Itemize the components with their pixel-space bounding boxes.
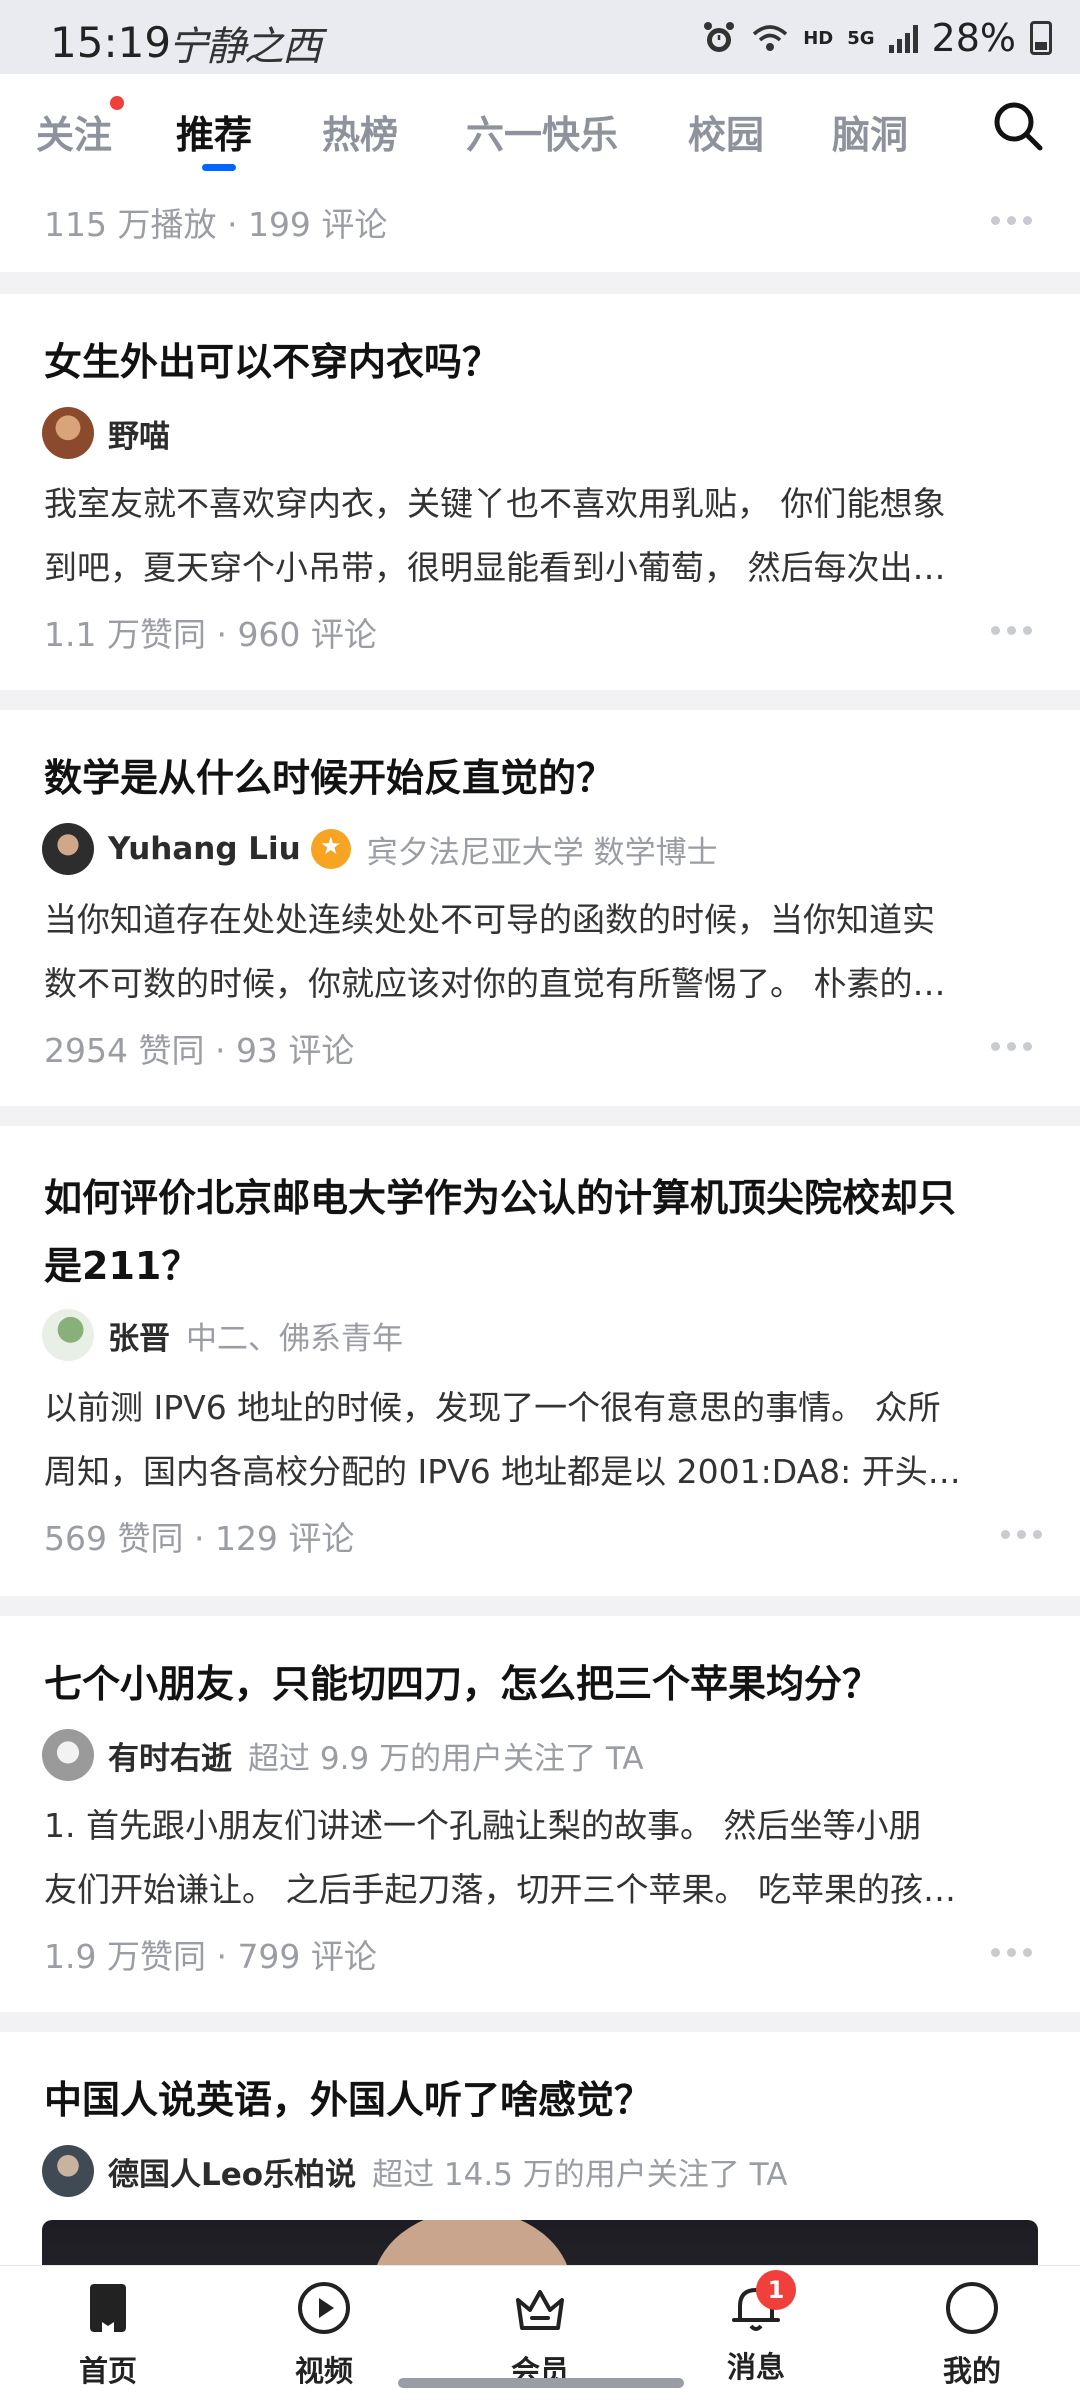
tab-brain-hole[interactable]: 脑洞 xyxy=(832,104,908,159)
excerpt-line: 我室友就不喜欢穿内衣，关键丫也不喜欢用乳贴， 你们能想象 xyxy=(44,484,946,523)
card-meta: 1.9 万赞同 · 799 评论 xyxy=(44,1937,377,1976)
more-options-icon[interactable] xyxy=(991,216,1032,225)
author-row[interactable]: 德国人Leo乐柏说 超过 14.5 万的用户关注了 TA xyxy=(42,2144,787,2198)
tab-childrens-day[interactable]: 六一快乐 xyxy=(466,104,618,159)
more-options-icon[interactable] xyxy=(991,626,1032,635)
alarm-icon xyxy=(704,22,735,52)
more-options-icon[interactable] xyxy=(991,1042,1032,1051)
avatar[interactable] xyxy=(42,1729,94,1781)
nav-home[interactable]: 首页 xyxy=(38,2278,178,2390)
nav-video[interactable]: 视频 xyxy=(254,2278,394,2390)
avatar[interactable] xyxy=(42,2145,94,2197)
card-meta: 1.1 万赞同 · 960 评论 xyxy=(44,615,377,654)
question-title[interactable]: 如何评价北京邮电大学作为公认的计算机顶尖院校却只 是211？ xyxy=(44,1164,956,1300)
excerpt-line: 数不可数的时候，你就应该对你的直觉有所警惕了。 朴素的… xyxy=(44,964,946,1003)
card-meta: 569 赞同 · 129 评论 xyxy=(44,1519,355,1558)
battery-percent: 28% xyxy=(931,16,1016,60)
home-icon xyxy=(90,2284,126,2332)
unread-count-badge: 1 xyxy=(756,2270,796,2310)
author-row[interactable]: 有时右逝 超过 9.9 万的用户关注了 TA xyxy=(42,1728,644,1782)
verified-badge-icon xyxy=(310,829,351,869)
unread-dot xyxy=(110,96,124,110)
tab-recommended[interactable]: 推荐 xyxy=(176,104,252,159)
wifi-icon xyxy=(753,25,788,51)
question-title[interactable]: 中国人说英语，外国人听了啥感觉？ xyxy=(44,2066,652,2134)
answer-excerpt[interactable]: 我室友就不喜欢穿内衣，关键丫也不喜欢用乳贴， 你们能想象 到吧，夏天穿个小吊带，… xyxy=(44,472,1036,600)
excerpt-line: 周知，国内各高校分配的 IPV6 地址都是以 2001:DA8: 开头… xyxy=(44,1452,961,1491)
tab-hot-list[interactable]: 热榜 xyxy=(322,104,398,159)
author-name[interactable]: Yuhang Liu xyxy=(108,831,301,867)
feed-card[interactable]: 如何评价北京邮电大学作为公认的计算机顶尖院校却只 是211？ 张晋 中二、佛系青… xyxy=(0,1126,1080,1596)
author-description: 超过 9.9 万的用户关注了 TA xyxy=(248,1740,644,1777)
signal-icon xyxy=(888,23,918,53)
nav-label: 我的 xyxy=(942,2354,1001,2388)
bell-icon-wrapper: 1 xyxy=(726,2270,796,2338)
question-title[interactable]: 数学是从什么时候开始反直觉的？ xyxy=(44,744,614,812)
excerpt-line: 以前测 IPV6 地址的时候，发现了一个很有意思的事情。 众所 xyxy=(44,1388,941,1427)
top-tab-bar: 关注 推荐 热榜 六一快乐 校园 脑洞 xyxy=(0,74,1080,180)
excerpt-line: 到吧，夏天穿个小吊带，很明显能看到小葡萄， 然后每次出… xyxy=(44,548,946,587)
tab-following[interactable]: 关注 xyxy=(36,104,112,159)
author-row[interactable]: Yuhang Liu 宾夕法尼亚大学 数学博士 xyxy=(42,822,718,876)
more-options-icon[interactable] xyxy=(991,1948,1032,1957)
play-icon xyxy=(298,2282,350,2334)
author-name[interactable]: 野喵 xyxy=(108,411,170,456)
more-options-icon[interactable] xyxy=(1001,1530,1042,1539)
answer-excerpt[interactable]: 当你知道存在处处连续处处不可导的函数的时候，当你知道实 数不可数的时候，你就应该… xyxy=(44,888,1036,1016)
answer-excerpt[interactable]: 以前测 IPV6 地址的时候，发现了一个很有意思的事情。 众所 周知，国内各高校… xyxy=(44,1376,1036,1504)
author-name[interactable]: 有时右逝 xyxy=(108,1733,232,1778)
search-icon[interactable] xyxy=(990,98,1046,154)
avatar[interactable] xyxy=(42,407,94,459)
nav-membership[interactable]: 会员 xyxy=(470,2278,610,2390)
nav-profile[interactable]: 我的 xyxy=(902,2278,1042,2390)
network-5g-label: 5G xyxy=(847,27,875,49)
question-title-line: 是211？ xyxy=(44,1244,200,1288)
author-description: 宾夕法尼亚大学 数学博士 xyxy=(366,834,718,871)
feed-card[interactable]: 女生外出可以不穿内衣吗？ 野喵 我室友就不喜欢穿内衣，关键丫也不喜欢用乳贴， 你… xyxy=(0,294,1080,690)
battery-icon xyxy=(1030,21,1052,55)
excerpt-line: 当你知道存在处处连续处处不可导的函数的时候，当你知道实 xyxy=(44,900,935,939)
author-row[interactable]: 张晋 中二、佛系青年 xyxy=(42,1308,403,1362)
feed-card[interactable]: 七个小朋友，只能切四刀，怎么把三个苹果均分？ 有时右逝 超过 9.9 万的用户关… xyxy=(0,1616,1080,2012)
nav-label: 首页 xyxy=(78,2354,137,2388)
gesture-home-bar[interactable] xyxy=(398,2378,684,2388)
network-hd-label: HD xyxy=(803,27,834,49)
author-row[interactable]: 野喵 xyxy=(42,406,170,460)
excerpt-line: 友们开始谦让。 之后手起刀落，切开三个苹果。 吃苹果的孩… xyxy=(44,1870,956,1909)
nav-label: 消息 xyxy=(726,2350,785,2384)
status-bar: 15:19 宁静之西 HD 5G 28% xyxy=(0,0,1080,74)
author-description: 中二、佛系青年 xyxy=(186,1320,403,1357)
feed-card-partial[interactable]: 115 万播放 · 199 评论 xyxy=(0,180,1080,272)
active-tab-indicator xyxy=(202,164,236,171)
feed-card[interactable]: 数学是从什么时候开始反直觉的？ Yuhang Liu 宾夕法尼亚大学 数学博士 … xyxy=(0,710,1080,1106)
excerpt-line: 1. 首先跟小朋友们讲述一个孔融让梨的故事。 然后坐等小朋 xyxy=(44,1806,922,1845)
question-title[interactable]: 七个小朋友，只能切四刀，怎么把三个苹果均分？ xyxy=(44,1650,880,1718)
question-title[interactable]: 女生外出可以不穿内衣吗？ xyxy=(44,328,500,396)
crown-icon xyxy=(516,2290,564,2330)
author-name[interactable]: 德国人Leo乐柏说 xyxy=(108,2149,356,2194)
bottom-nav-bar: 首页 视频 会员 1 消息 我的 xyxy=(0,2265,1080,2400)
author-name[interactable]: 张晋 xyxy=(108,1313,170,1358)
nav-messages[interactable]: 1 消息 xyxy=(686,2270,826,2386)
avatar[interactable] xyxy=(42,1309,94,1361)
question-title-line: 如何评价北京邮电大学作为公认的计算机顶尖院校却只 xyxy=(44,1176,957,1220)
card-meta: 115 万播放 · 199 评论 xyxy=(44,205,388,244)
tab-campus[interactable]: 校园 xyxy=(688,104,764,159)
nav-label: 视频 xyxy=(294,2354,353,2388)
status-time: 15:19 xyxy=(50,18,172,67)
answer-excerpt[interactable]: 1. 首先跟小朋友们讲述一个孔融让梨的故事。 然后坐等小朋 友们开始谦让。 之后… xyxy=(44,1794,1036,1922)
card-meta: 2954 赞同 · 93 评论 xyxy=(44,1031,355,1070)
author-description: 超过 14.5 万的用户关注了 TA xyxy=(372,2156,788,2193)
avatar[interactable] xyxy=(42,823,94,875)
profile-icon xyxy=(946,2282,998,2334)
status-icons: HD 5G 28% xyxy=(701,16,1052,60)
status-handwriting: 宁静之西 xyxy=(168,24,322,70)
